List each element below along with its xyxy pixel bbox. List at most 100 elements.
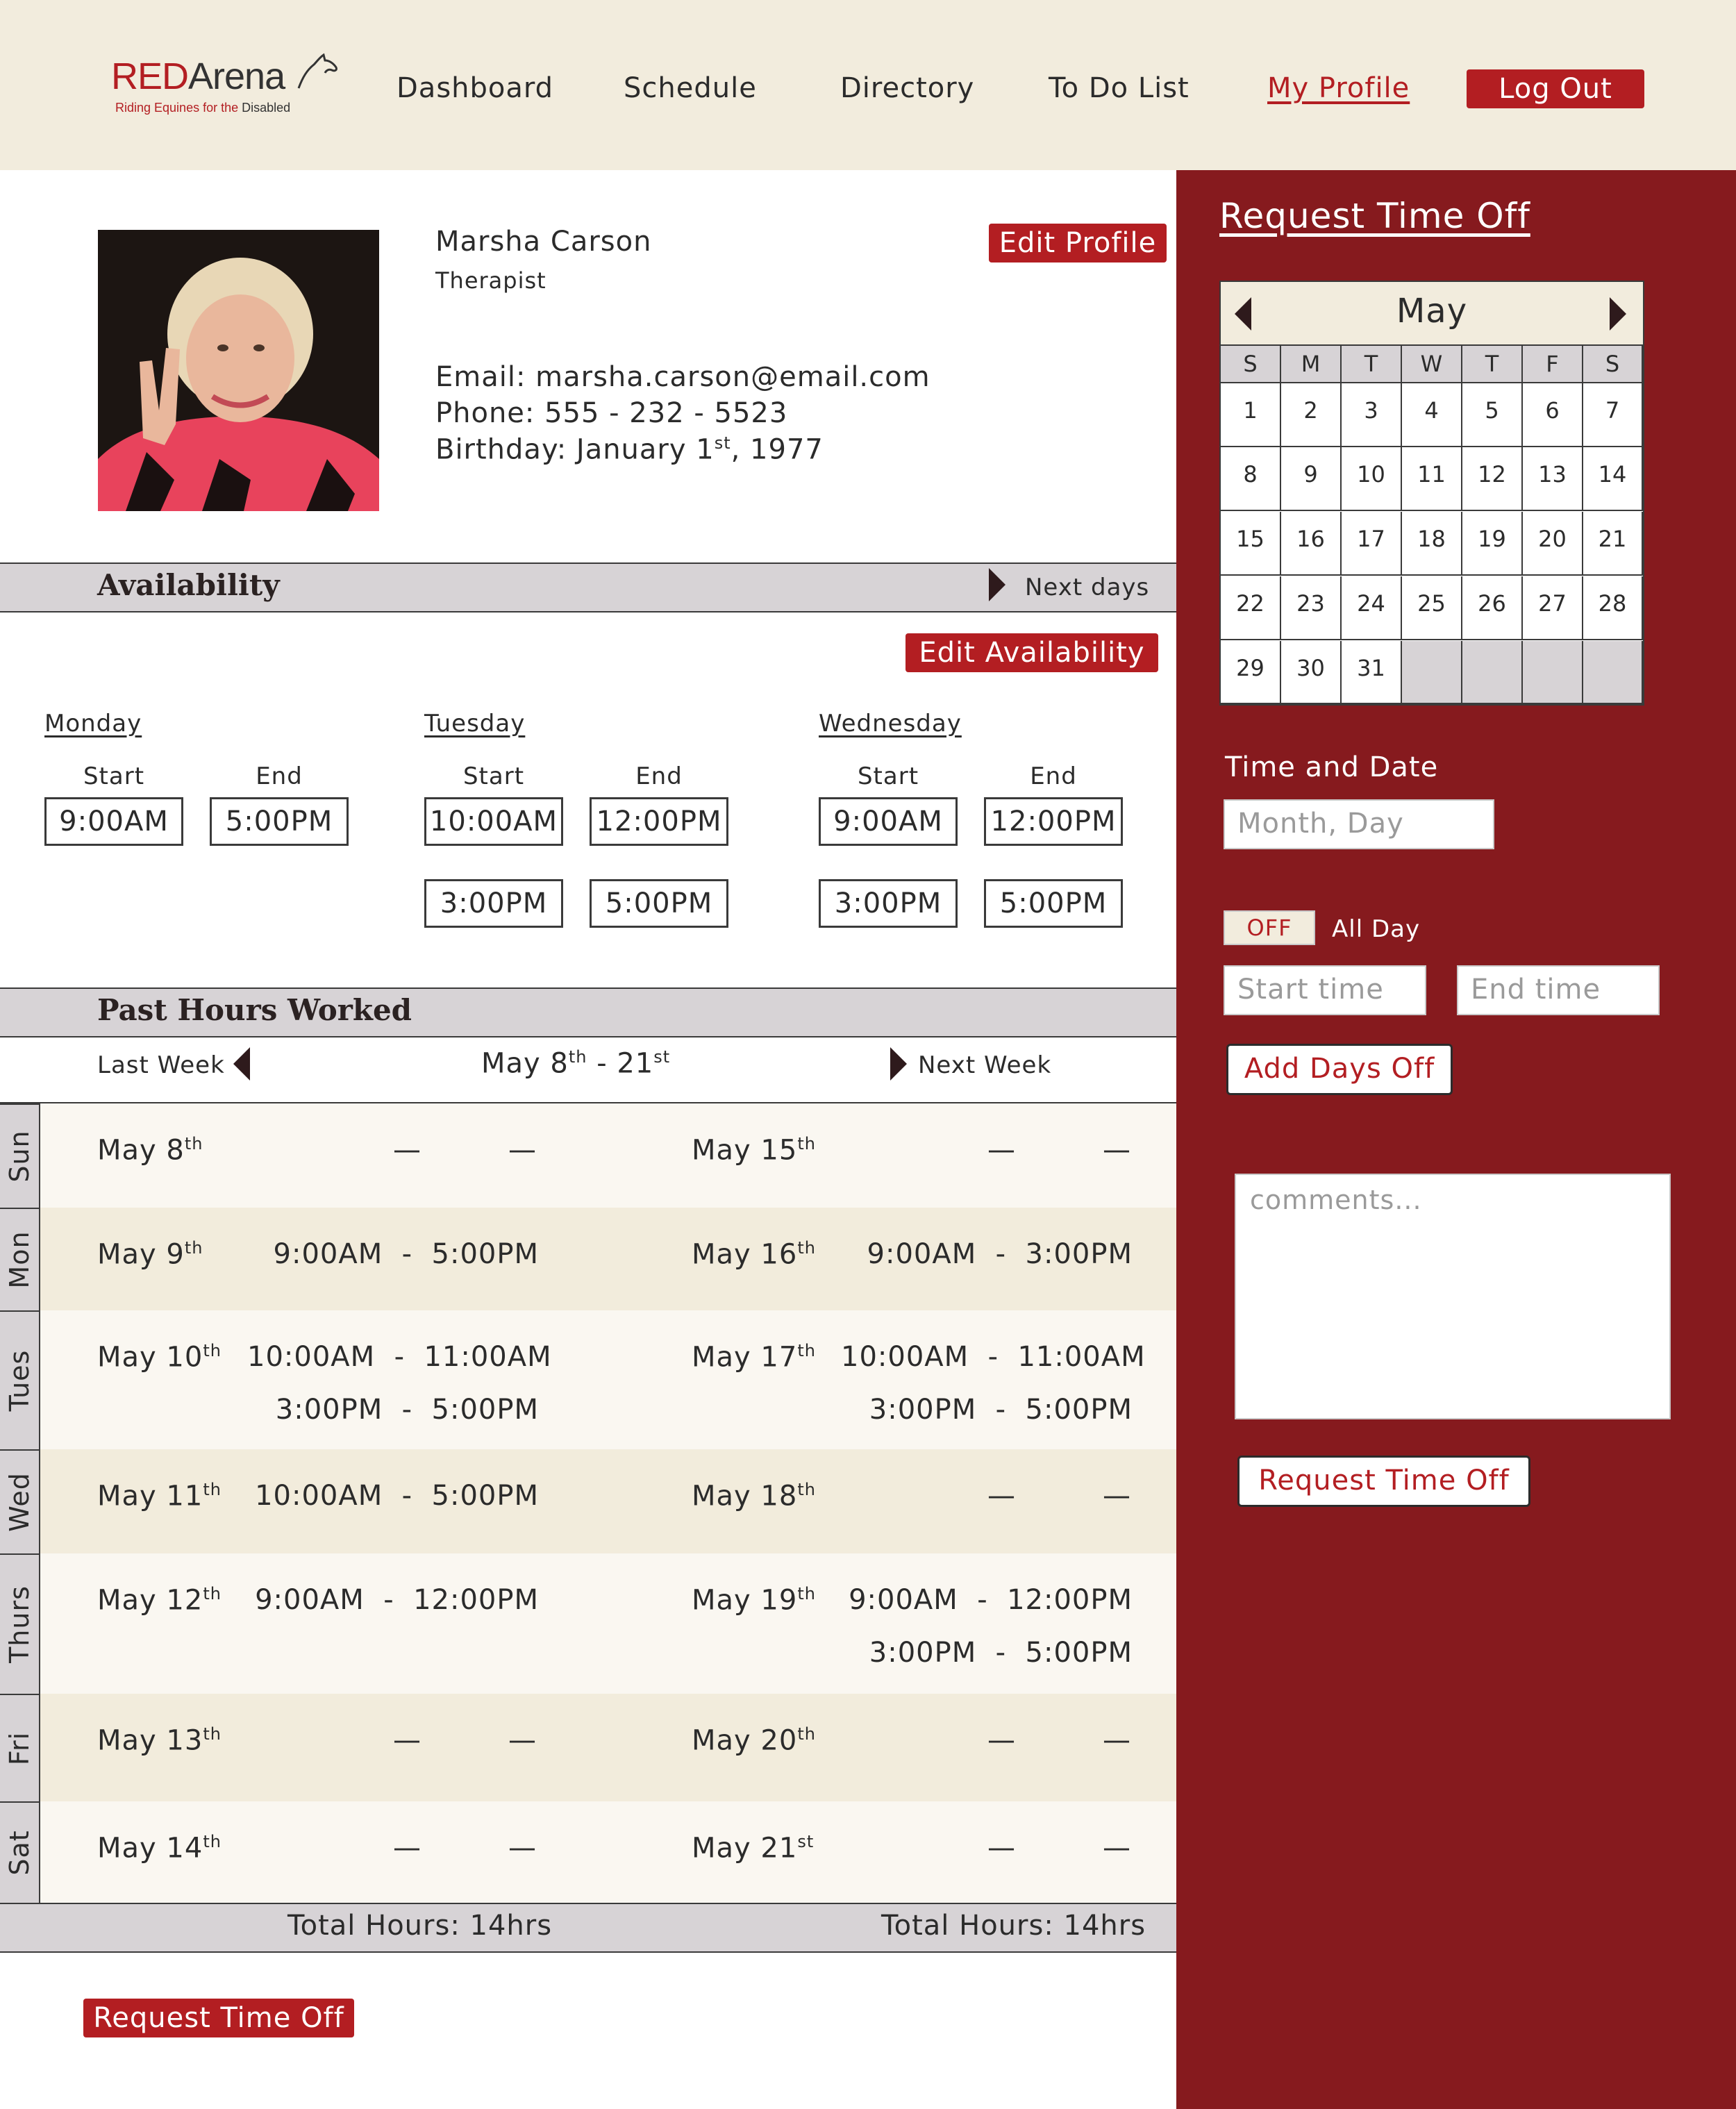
- calendar-day[interactable]: 26: [1462, 576, 1523, 640]
- calendar-day[interactable]: 6: [1523, 383, 1583, 447]
- end-time-box[interactable]: 12:00PM: [984, 797, 1123, 846]
- profile-photo-image: [98, 230, 379, 511]
- availability-title: Availability: [97, 568, 280, 602]
- past-hours-title: Past Hours Worked: [97, 993, 412, 1027]
- next-days-link[interactable]: Next days: [1025, 574, 1149, 601]
- calendar-day[interactable]: 3: [1342, 383, 1402, 447]
- end-time-box[interactable]: 5:00PM: [210, 797, 349, 846]
- calendar-empty-cell: [1462, 641, 1523, 704]
- calendar-day[interactable]: 28: [1583, 576, 1643, 640]
- nav-todo-list[interactable]: To Do List: [1049, 72, 1190, 104]
- logo-red-text: RED: [111, 56, 189, 97]
- end-time-box[interactable]: 5:00PM: [984, 879, 1123, 928]
- calendar-day[interactable]: 30: [1281, 641, 1342, 704]
- end-time-input[interactable]: End time: [1457, 965, 1660, 1015]
- empty-dash: —: [508, 1724, 536, 1756]
- total-hours-week1: Total Hours: 14hrs: [287, 1910, 553, 1942]
- calendar-day[interactable]: 29: [1221, 641, 1281, 704]
- calendar-day[interactable]: 5: [1462, 383, 1523, 447]
- next-month-arrow-icon[interactable]: [1610, 297, 1626, 331]
- calendar-day[interactable]: 27: [1523, 576, 1583, 640]
- calendar-day[interactable]: 16: [1281, 512, 1342, 576]
- calendar-day[interactable]: 24: [1342, 576, 1402, 640]
- request-time-off-button[interactable]: Request Time Off: [83, 1999, 354, 2037]
- request-time-off-title[interactable]: Request Time Off: [1219, 196, 1530, 236]
- calendar-day[interactable]: 19: [1462, 512, 1523, 576]
- availability-day-tuesday[interactable]: Tuesday: [424, 710, 525, 737]
- birthday-year: , 1977: [731, 433, 824, 466]
- calendar-day[interactable]: 15: [1221, 512, 1281, 576]
- calendar-day[interactable]: 17: [1342, 512, 1402, 576]
- end-time-box[interactable]: 5:00PM: [590, 879, 728, 928]
- calendar-day[interactable]: 1: [1221, 383, 1281, 447]
- next-days-arrow-icon[interactable]: [989, 568, 1005, 601]
- weekday-label: Mon: [4, 1231, 35, 1289]
- calendar: May S M T W T F S 1 2 3 4 5 6 7 8 9 10 11 12 13 14 15 16 17 18 19…: [1219, 281, 1644, 706]
- all-day-toggle[interactable]: OFF: [1224, 910, 1315, 945]
- nav-directory[interactable]: Directory: [840, 72, 974, 104]
- calendar-day[interactable]: 4: [1402, 383, 1462, 447]
- range-start-sup: th: [568, 1047, 587, 1067]
- date-text: May 8: [97, 1134, 185, 1167]
- date-text: May 17: [692, 1341, 798, 1374]
- calendar-day[interactable]: 13: [1523, 447, 1583, 511]
- calendar-day[interactable]: 23: [1281, 576, 1342, 640]
- date-text: May 20: [692, 1724, 798, 1757]
- nav-dashboard[interactable]: Dashboard: [397, 72, 553, 104]
- calendar-day[interactable]: 8: [1221, 447, 1281, 511]
- start-time-box[interactable]: 9:00AM: [819, 797, 958, 846]
- start-label: Start: [83, 762, 145, 790]
- availability-day-wednesday[interactable]: Wednesday: [819, 710, 962, 737]
- start-time-box[interactable]: 9:00AM: [44, 797, 183, 846]
- date-text: May 9: [97, 1238, 185, 1271]
- calendar-day[interactable]: 2: [1281, 383, 1342, 447]
- weekday-label: Sun: [4, 1130, 35, 1183]
- week1-date: May 10th: [97, 1341, 222, 1373]
- redarena-logo[interactable]: REDArena Riding Equines for the Disabled: [111, 52, 340, 122]
- start-time-box[interactable]: 10:00AM: [424, 797, 563, 846]
- edit-availability-button[interactable]: Edit Availability: [905, 633, 1158, 672]
- last-week-arrow-icon[interactable]: [233, 1047, 250, 1081]
- empty-dash: —: [1103, 1832, 1130, 1864]
- week2-time: 3:00PM - 5:00PM: [869, 1394, 1133, 1426]
- calendar-day[interactable]: 7: [1583, 383, 1643, 447]
- edit-profile-button[interactable]: Edit Profile: [989, 224, 1167, 262]
- profile-name: Marsha Carson: [435, 226, 652, 258]
- calendar-day[interactable]: 14: [1583, 447, 1643, 511]
- availability-day-monday[interactable]: Monday: [44, 710, 142, 737]
- last-week-link[interactable]: Last Week: [97, 1051, 225, 1079]
- table-row: [0, 1310, 1176, 1449]
- week2-time: 9:00AM - 12:00PM: [849, 1584, 1133, 1616]
- week-range: May 8th - 21st: [481, 1047, 670, 1079]
- calendar-day[interactable]: 31: [1342, 641, 1402, 704]
- next-week-arrow-icon[interactable]: [890, 1047, 907, 1081]
- logout-button[interactable]: Log Out: [1467, 69, 1644, 108]
- month-day-input[interactable]: Month, Day: [1224, 799, 1494, 849]
- date-text: May 11: [97, 1480, 203, 1512]
- logo-tagline: Riding Equines for the: [115, 101, 242, 115]
- calendar-day[interactable]: 22: [1221, 576, 1281, 640]
- calendar-weekday: S: [1221, 344, 1281, 383]
- calendar-day[interactable]: 11: [1402, 447, 1462, 511]
- calendar-day[interactable]: 9: [1281, 447, 1342, 511]
- end-time-box[interactable]: 12:00PM: [590, 797, 728, 846]
- add-days-off-button[interactable]: Add Days Off: [1226, 1044, 1453, 1095]
- start-time-box[interactable]: 3:00PM: [819, 879, 958, 928]
- start-time-box[interactable]: 3:00PM: [424, 879, 563, 928]
- profile-birthday: Birthday: January 1st, 1977: [435, 433, 824, 465]
- calendar-day[interactable]: 10: [1342, 447, 1402, 511]
- nav-schedule[interactable]: Schedule: [624, 72, 757, 104]
- calendar-day[interactable]: 12: [1462, 447, 1523, 511]
- calendar-day[interactable]: 20: [1523, 512, 1583, 576]
- comments-textarea[interactable]: comments...: [1235, 1174, 1671, 1419]
- empty-dash: —: [987, 1480, 1015, 1512]
- week2-time: 3:00PM - 5:00PM: [869, 1637, 1133, 1669]
- start-time-input[interactable]: Start time: [1224, 965, 1426, 1015]
- calendar-day[interactable]: 21: [1583, 512, 1643, 576]
- calendar-day[interactable]: 18: [1402, 512, 1462, 576]
- submit-request-time-off-button[interactable]: Request Time Off: [1237, 1456, 1530, 1507]
- next-week-link[interactable]: Next Week: [918, 1051, 1051, 1079]
- calendar-day[interactable]: 25: [1402, 576, 1462, 640]
- time-and-date-label: Time and Date: [1225, 751, 1439, 783]
- nav-my-profile[interactable]: My Profile: [1267, 72, 1410, 104]
